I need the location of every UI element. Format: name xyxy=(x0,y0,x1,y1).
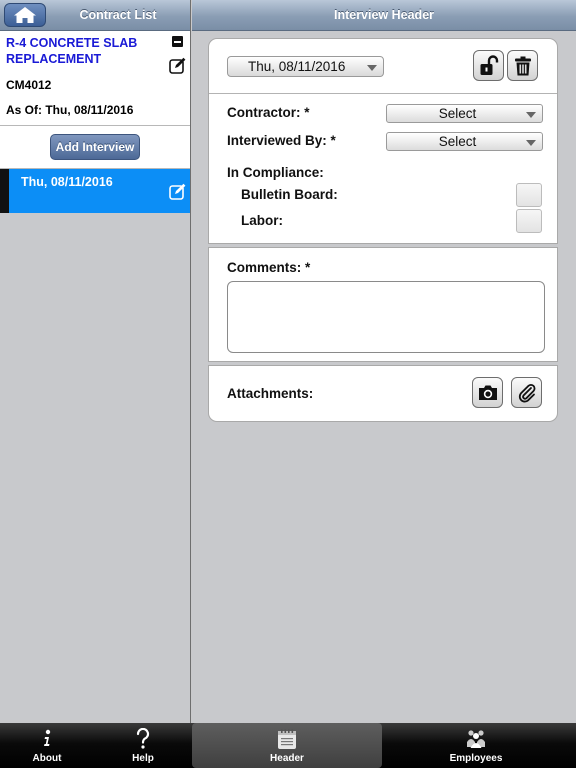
attachments-card: Attachments: xyxy=(208,365,558,422)
interview-date-select[interactable]: Thu, 08/11/2016 xyxy=(227,56,384,77)
people-icon xyxy=(467,730,485,748)
tab-help[interactable]: Help xyxy=(113,723,173,768)
edit-icon[interactable] xyxy=(169,183,186,200)
question-icon xyxy=(136,728,150,749)
contract-title[interactable]: R-4 CONCRETE SLAB REPLACEMENT xyxy=(6,35,156,67)
chevron-down-icon xyxy=(367,65,377,71)
contractor-select[interactable]: Select xyxy=(386,104,543,123)
chevron-down-icon xyxy=(526,140,536,146)
interviewed-by-select[interactable]: Select xyxy=(386,132,543,151)
comments-card: Comments: * xyxy=(208,247,558,362)
tab-employees[interactable]: Employees xyxy=(446,723,506,768)
attach-file-button[interactable] xyxy=(511,377,542,408)
attachments-label: Attachments: xyxy=(227,386,314,401)
tab-header-label: Header xyxy=(270,753,304,764)
interview-date: Thu, 08/11/2016 xyxy=(21,175,113,189)
contractor-select-value: Select xyxy=(438,106,477,121)
home-button[interactable] xyxy=(4,3,46,27)
bulletin-board-checkbox[interactable] xyxy=(516,183,542,207)
minus-square-icon[interactable] xyxy=(172,36,183,47)
labor-checkbox[interactable] xyxy=(516,209,542,233)
tab-employees-label: Employees xyxy=(449,753,503,764)
camera-button[interactable] xyxy=(472,377,503,408)
add-interview-row: Add Interview xyxy=(0,126,190,169)
comments-input[interactable] xyxy=(227,281,545,353)
contract-as-of: As Of: Thu, 08/11/2016 xyxy=(6,103,134,117)
divider xyxy=(209,93,557,94)
interview-list-item[interactable]: Thu, 08/11/2016 xyxy=(0,169,190,213)
in-compliance-label: In Compliance: xyxy=(227,165,324,180)
chevron-down-icon xyxy=(526,112,536,118)
tab-about-label: About xyxy=(32,753,62,764)
bulletin-board-label: Bulletin Board: xyxy=(241,187,338,202)
labor-label: Labor: xyxy=(241,213,283,228)
delete-button[interactable] xyxy=(507,50,538,81)
lock-open-icon xyxy=(480,54,498,75)
add-interview-button[interactable]: Add Interview xyxy=(50,134,140,160)
unlock-button[interactable] xyxy=(473,50,504,81)
left-nav-bar: Contract List xyxy=(0,0,190,31)
paperclip-icon xyxy=(518,383,535,402)
trash-icon xyxy=(514,56,531,75)
contract-id: CM4012 xyxy=(6,78,52,92)
tab-about[interactable]: About xyxy=(17,723,77,768)
tab-help-label: Help xyxy=(132,753,154,764)
tab-bar: About Help Header Employees xyxy=(0,723,576,768)
notepad-icon xyxy=(278,729,296,749)
interview-details-card: Thu, 08/11/2016 Contractor: * Select Int… xyxy=(208,38,558,244)
interview-date-value: Thu, 08/11/2016 xyxy=(248,59,346,74)
camera-icon xyxy=(478,385,497,400)
contract-card[interactable]: R-4 CONCRETE SLAB REPLACEMENT CM4012 As … xyxy=(0,31,190,126)
interview-header-pane: Interview Header Thu, 08/11/2016 Contrac… xyxy=(192,0,576,723)
edit-icon[interactable] xyxy=(169,57,186,74)
comments-label: Comments: * xyxy=(227,260,311,275)
tab-header[interactable]: Header xyxy=(192,723,382,768)
home-icon xyxy=(14,7,36,23)
interviewed-by-label: Interviewed By: * xyxy=(227,133,336,148)
info-icon xyxy=(44,729,51,746)
contract-list-title: Contract List xyxy=(79,8,157,22)
contractor-label: Contractor: * xyxy=(227,105,310,120)
interviewed-by-select-value: Select xyxy=(438,134,477,149)
page-title: Interview Header xyxy=(192,0,576,31)
contract-list-pane: Contract List R-4 CONCRETE SLAB REPLACEM… xyxy=(0,0,191,723)
